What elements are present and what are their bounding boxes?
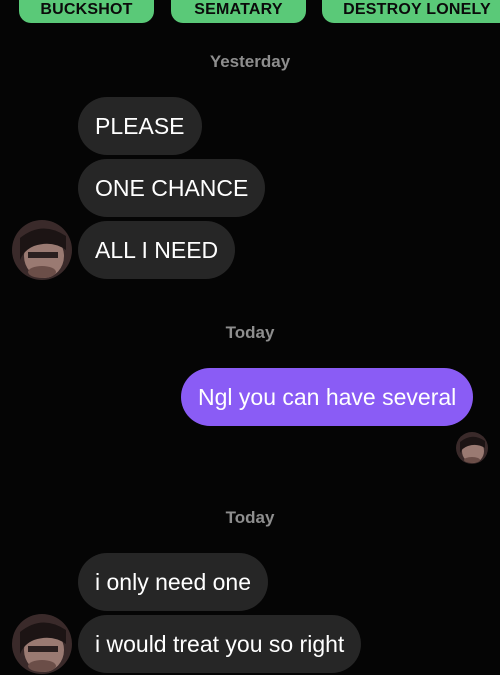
sender-avatar[interactable] bbox=[12, 220, 72, 280]
tag-chip-sematary[interactable]: SEMATARY bbox=[171, 0, 306, 23]
tag-chip-destroy-lonely[interactable]: DESTROY LONELY bbox=[322, 0, 500, 23]
sender-avatar[interactable] bbox=[12, 614, 72, 674]
tag-chip-buckshot[interactable]: BUCKSHOT bbox=[19, 0, 154, 23]
profile-photo-icon bbox=[12, 220, 72, 280]
profile-photo-icon bbox=[12, 614, 72, 674]
message-bubble-incoming[interactable]: ONE CHANCE bbox=[78, 159, 266, 217]
message-bubble-incoming[interactable]: ALL I NEED bbox=[78, 221, 236, 279]
date-divider-today: Today bbox=[225, 508, 275, 527]
read-receipt-avatar bbox=[456, 432, 488, 464]
message-bubble-incoming[interactable]: i only need one bbox=[78, 553, 269, 611]
date-divider-today: Today bbox=[225, 323, 275, 342]
date-divider-yesterday: Yesterday bbox=[209, 52, 291, 71]
message-bubble-outgoing[interactable]: Ngl you can have several bbox=[181, 368, 474, 426]
chat-screen: BUCKSHOT SEMATARY DESTROY LONELY Yesterd… bbox=[0, 0, 500, 675]
profile-photo-icon bbox=[456, 432, 488, 464]
message-bubble-incoming[interactable]: i would treat you so right bbox=[78, 615, 362, 673]
message-bubble-incoming[interactable]: PLEASE bbox=[78, 97, 202, 155]
